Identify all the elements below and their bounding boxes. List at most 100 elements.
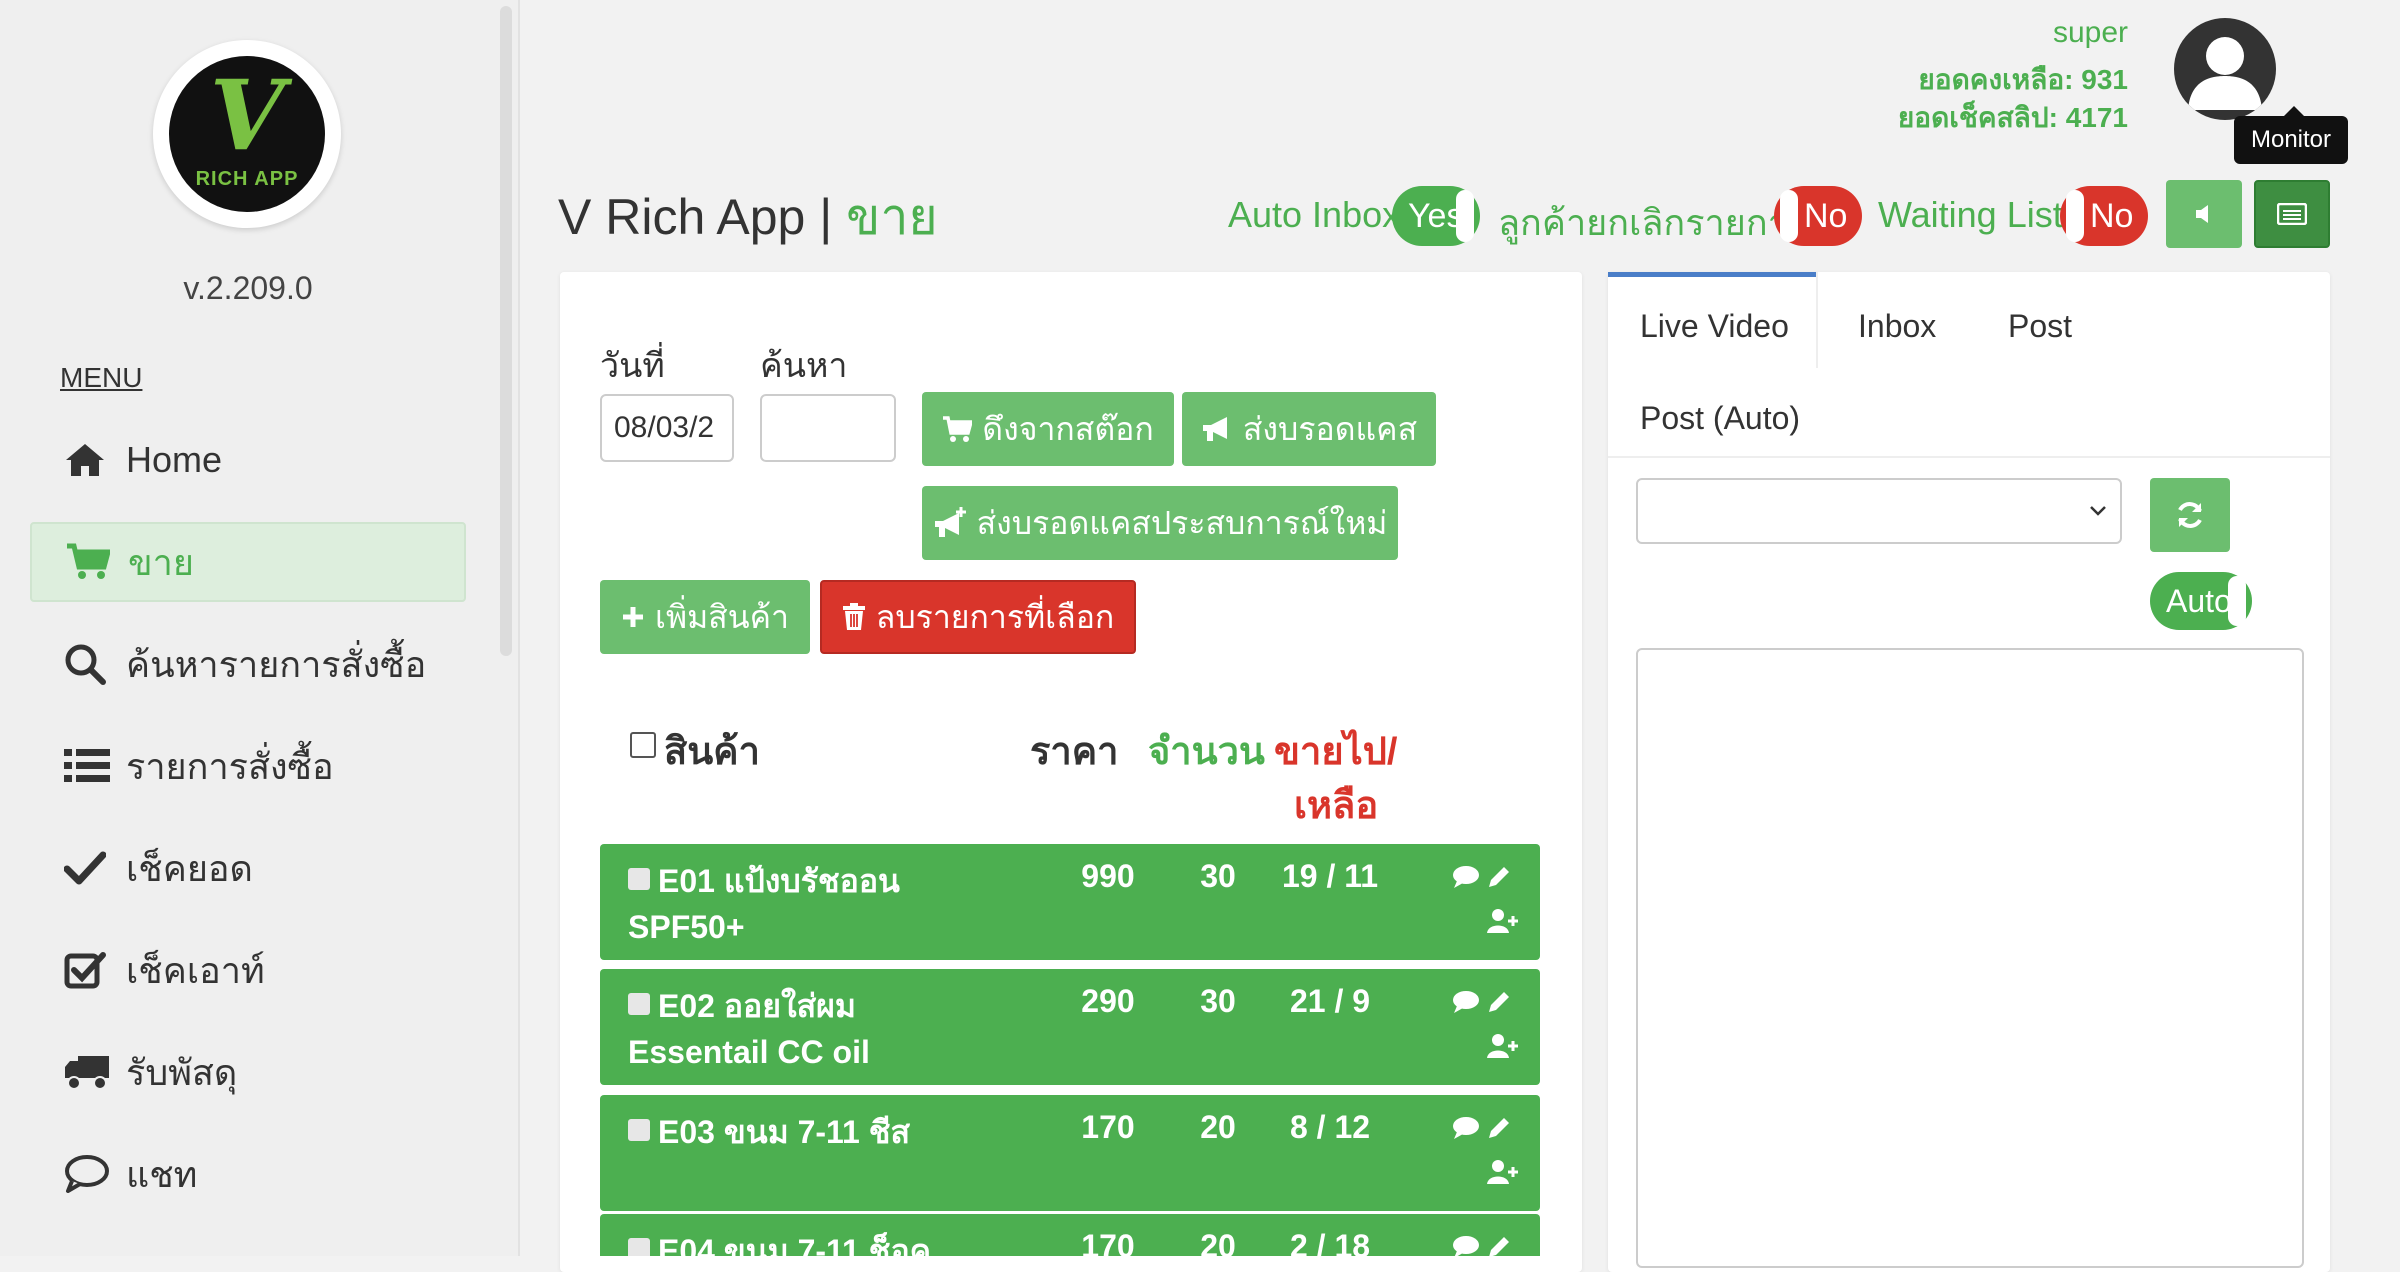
comment-icon[interactable] [1452,1115,1480,1141]
app-version: v.2.209.0 [183,270,313,306]
product-price: 290 [1081,983,1135,1019]
page-title-main: V Rich App | [558,189,847,245]
sidebar-item-orders[interactable]: รายการสั่งซื้อ [30,726,466,806]
product-name-line1: E02 ออยใส่ผม [658,988,857,1024]
comment-icon[interactable] [1452,1234,1480,1256]
sidebar-item-label: รับพัสดุ [126,1051,238,1093]
megaphone-plus-icon [934,507,966,537]
sidebar-item-chat[interactable]: แชท [30,1134,466,1214]
button-label: ส่งบรอดแคสประสบการณ์ใหม่ [976,504,1388,541]
broadcast-button[interactable]: ส่งบรอดแคส [1182,392,1436,466]
plus-icon [623,607,644,627]
page-title-sub: ขาย [846,189,938,245]
toggle-knob [1780,190,1798,242]
add-user-icon[interactable] [1486,1033,1518,1059]
sidebar-item-search-orders[interactable]: ค้นหารายการสั่งซื้อ [30,624,466,704]
row-checkbox[interactable] [628,1238,650,1256]
product-price: 170 [1081,1109,1135,1145]
refresh-button[interactable] [2150,478,2230,552]
waiting-list-toggle[interactable]: No [2060,186,2148,246]
edit-icon[interactable] [1486,1234,1512,1256]
sidebar-item-receive-parcel[interactable]: รับพัสดุ [30,1032,466,1112]
broadcast-new-button[interactable]: ส่งบรอดแคสประสบการณ์ใหม่ [922,486,1398,560]
add-user-icon[interactable] [1486,1159,1518,1185]
cart-download-icon [943,416,973,442]
header-qty: จำนวน [1148,731,1265,773]
product-name-line2: SPF50+ [628,909,745,945]
date-input[interactable]: 08/03/2 [600,394,734,462]
monitor-icon [2277,203,2307,225]
date-label: วันที่ [600,347,665,385]
monitor-button[interactable] [2254,180,2330,248]
button-label: ส่งบรอดแคส [1242,410,1418,447]
tab-inbox[interactable]: Inbox [1858,308,1936,345]
row-checkbox[interactable] [628,1119,650,1141]
sidebar-item-label: เช็คยอด [126,847,253,889]
logo-text: RICH APP [195,168,299,190]
auto-toggle[interactable]: Auto [2150,572,2252,630]
table-row[interactable]: E01 แป้งบรัชออน SPF50+ 990 30 19 / 11 [600,844,1540,960]
tab-live-video[interactable]: Live Video [1640,308,1789,345]
add-user-icon[interactable] [1486,908,1518,934]
toggle-value: Auto [2166,582,2232,619]
sidebar-item-label: ค้นหารายการสั่งซื้อ [126,643,427,685]
search-label: ค้นหา [760,347,848,385]
product-sold: 8 / 12 [1289,1109,1371,1145]
toggle-knob [1456,190,1474,242]
edit-icon[interactable] [1486,989,1512,1015]
sidebar-item-sell[interactable]: ขาย [30,522,466,602]
search-input[interactable] [760,394,896,462]
row-checkbox[interactable] [628,868,650,890]
toggle-knob [2066,190,2084,242]
row-checkbox[interactable] [628,993,650,1015]
sidebar-item-label: แชท [126,1153,198,1195]
product-qty: 20 [1200,1109,1236,1145]
button-label: ลบรายการที่เลือก [875,598,1115,635]
product-name-line1: E04 ขนม 7-11 ช็อค [658,1233,932,1256]
user-icon [2188,37,2262,110]
sidebar-item-home[interactable]: Home [30,420,466,500]
product-name: E04 ขนม 7-11 ช็อค [628,1228,1008,1256]
avatar[interactable] [2174,18,2276,120]
menu-title: MENU [60,362,143,393]
table-row[interactable]: E02 ออยใส่ผม Essentail CC oil 290 30 21 /… [600,969,1540,1085]
button-label: เพิ่มสินค้า [655,598,789,635]
tab-post-auto[interactable]: Post (Auto) [1640,400,1800,437]
sidebar-scrollbar[interactable] [500,6,512,656]
select-all-checkbox[interactable] [630,732,656,758]
edit-icon[interactable] [1486,1115,1512,1141]
sidebar-item-check-total[interactable]: เช็คยอด [30,828,466,908]
customer-cancel-toggle[interactable]: No [1774,186,1862,246]
toggle-value: No [1804,196,1848,235]
auto-inbox-toggle[interactable]: Yes [1392,186,1480,246]
slip-check-text: ยอดเช็คสลิป: 4171 [1897,102,2128,133]
product-qty: 20 [1200,1228,1236,1256]
sound-button[interactable] [2166,180,2242,248]
active-tab-indicator [1608,272,1816,277]
live-video-select[interactable] [1636,478,2122,544]
home-icon [64,438,126,482]
product-name: E02 ออยใส่ผม Essentail CC oil [628,983,1008,1075]
add-product-button[interactable]: เพิ่มสินค้า [600,580,810,654]
delete-selected-button[interactable]: ลบรายการที่เลือก [820,580,1136,654]
sidebar-item-checkout[interactable]: เช็คเอาท์ [30,930,466,1010]
live-comments-area[interactable] [1636,648,2304,1268]
tab-post[interactable]: Post [2008,308,2072,345]
product-name: E01 แป้งบรัชออน SPF50+ [628,858,1008,950]
sidebar: V RICH APP v.2.209.0 MENU Home ขาย ค้นหา… [0,0,520,1256]
customer-cancel-label: ลูกค้ายกเลิกรายการ [1498,202,1808,243]
table-row[interactable]: E03 ขนม 7-11 ชีส 170 20 8 / 12 [600,1095,1540,1211]
pull-stock-button[interactable]: ดึงจากสต๊อก [922,392,1174,466]
product-name-line2: Essentail CC oil [628,1034,870,1070]
comment-icon[interactable] [1452,989,1480,1015]
search-icon [64,642,126,686]
product-price: 990 [1081,858,1135,894]
trash-icon [842,603,865,630]
sidebar-item-label: รายการสั่งซื้อ [126,745,334,787]
tab-divider [1816,272,1818,368]
table-row[interactable]: E04 ขนม 7-11 ช็อค 170 20 2 / 18 [600,1214,1540,1256]
edit-icon[interactable] [1486,864,1512,890]
comment-icon[interactable] [1452,864,1480,890]
app-logo[interactable]: V RICH APP [153,40,341,228]
product-sold: 2 / 18 [1289,1228,1371,1256]
